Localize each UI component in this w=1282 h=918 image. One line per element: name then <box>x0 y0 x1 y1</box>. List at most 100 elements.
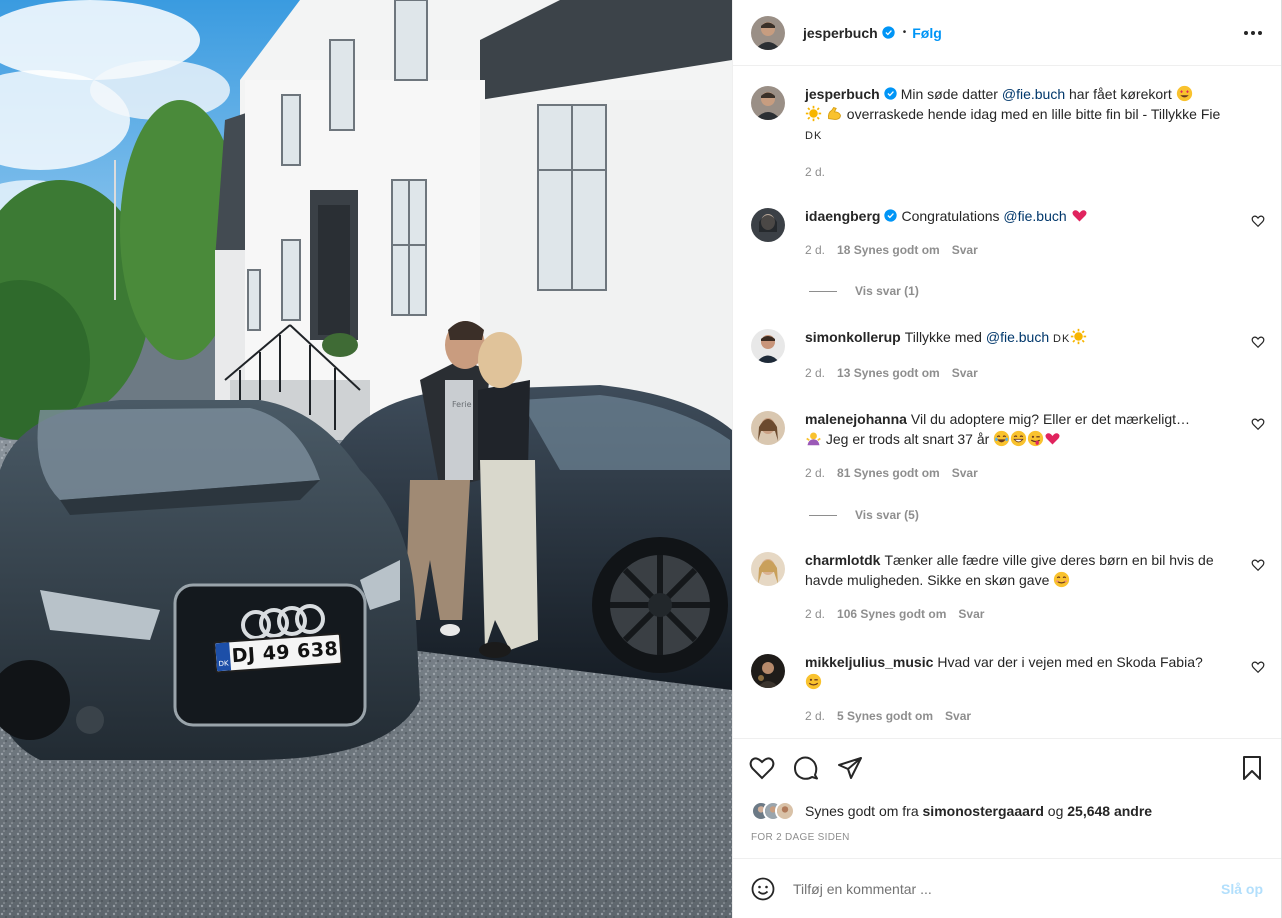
comment-username[interactable]: simonkollerup <box>805 329 901 345</box>
comment-username[interactable]: charmlotdk <box>805 552 880 568</box>
comment-item: idaengberg Congratulations @fie.buch 2 d.… <box>751 206 1269 260</box>
likes-user[interactable]: simonostergaaard <box>923 803 1044 819</box>
like-comment-icon[interactable] <box>1251 660 1265 674</box>
laughing-emoji-icon <box>993 430 1010 447</box>
comment-likes[interactable]: 81 Synes godt om <box>837 463 940 483</box>
flexed-biceps-emoji-icon <box>826 105 843 122</box>
comment-avatar[interactable] <box>751 411 785 445</box>
reply-button[interactable]: Svar <box>952 363 978 383</box>
comment-avatar[interactable] <box>751 208 785 242</box>
comment-likes[interactable]: 106 Synes godt om <box>837 604 946 624</box>
caption-mention[interactable]: @fie.buch <box>1002 86 1065 102</box>
heart-hands-emoji-icon <box>1071 207 1088 224</box>
comment-time: 2 d. <box>805 709 826 723</box>
instagram-post: DK DJ 49 638 Ferie jesperbuch • Følg jes… <box>0 0 1282 918</box>
comment-username[interactable]: idaengberg <box>805 208 880 224</box>
shirt-print: Ferie <box>452 400 472 409</box>
comment-avatar[interactable] <box>751 329 785 363</box>
comment-likes[interactable]: 13 Synes godt om <box>837 363 940 383</box>
caption-body: jesperbuch Min søde datter @fie.buch har … <box>805 84 1269 182</box>
comment-meta: 2 d. 106 Synes godt om Svar <box>805 604 1235 624</box>
comment-item: malenejohanna Vil du adoptere mig? Eller … <box>751 409 1269 483</box>
caption-avatar[interactable] <box>751 86 785 120</box>
comment-item: charmlotdk Tænker alle fædre ville give d… <box>751 550 1269 624</box>
comment-text: Vil du adoptere mig? Eller er det mærkel… <box>910 411 1191 427</box>
caption-text-3: overraskede hende idag med en lille bitt… <box>846 106 1221 122</box>
author-avatar[interactable] <box>751 15 785 50</box>
comment-text-2: Jeg er trods alt snart 37 år <box>825 431 990 447</box>
more-options-icon[interactable] <box>1241 21 1265 45</box>
comment-item: mikkeljulius_music Hvad var der i vejen m… <box>751 652 1269 726</box>
likes-count[interactable]: 25,648 andre <box>1067 803 1152 819</box>
like-comment-icon[interactable] <box>1251 335 1265 349</box>
emoji-picker-icon[interactable] <box>751 877 775 901</box>
caption-text-1: Min søde datter <box>900 86 998 102</box>
comment-body: malenejohanna Vil du adoptere mig? Eller … <box>805 409 1269 483</box>
caption-text-2: har fået kørekort <box>1069 86 1172 102</box>
reply-button[interactable]: Svar <box>952 463 978 483</box>
comment-meta: 2 d. 13 Synes godt om Svar <box>805 363 1235 383</box>
view-replies-button[interactable]: Vis svar (5) <box>809 508 919 522</box>
comment-meta: 2 d. 18 Synes godt om Svar <box>805 240 1235 260</box>
comment-input[interactable] <box>793 880 1221 897</box>
reply-button[interactable]: Svar <box>945 706 971 726</box>
denmark-flag-icon: DK <box>805 130 823 142</box>
like-comment-icon[interactable] <box>1251 417 1265 431</box>
caption: jesperbuch Min søde datter @fie.buch har … <box>751 84 1269 182</box>
follow-button[interactable]: Følg <box>912 25 942 41</box>
comment-time: 2 d. <box>805 366 826 380</box>
denmark-flag-icon: DK <box>1053 333 1071 345</box>
post-comment-button[interactable]: Slå op <box>1221 881 1263 897</box>
photo-illustration <box>0 0 732 918</box>
comment-time: 2 d. <box>805 243 826 257</box>
replies-line <box>809 514 837 516</box>
comment-time: 2 d. <box>805 466 826 480</box>
save-icon[interactable] <box>1239 755 1265 781</box>
post-header: jesperbuch • Følg <box>733 0 1281 66</box>
reply-button[interactable]: Svar <box>952 240 978 260</box>
comment-likes[interactable]: 18 Synes godt om <box>837 240 940 260</box>
post-timestamp[interactable]: FOR 2 DAGE SIDEN <box>733 826 1281 848</box>
comment-mention[interactable]: @fie.buch <box>986 329 1049 345</box>
like-icon[interactable] <box>749 755 775 781</box>
like-comment-icon[interactable] <box>1251 214 1265 228</box>
separator-dot: • <box>902 27 907 38</box>
comment-mention[interactable]: @fie.buch <box>1003 208 1066 224</box>
like-comment-icon[interactable] <box>1251 558 1265 572</box>
star-eyes-emoji-icon <box>1176 85 1193 102</box>
comment-avatar[interactable] <box>751 552 785 586</box>
liker-avatars <box>751 801 795 821</box>
comment-likes[interactable]: 5 Synes godt om <box>837 706 933 726</box>
comment-meta: 2 d. 81 Synes godt om Svar <box>805 463 1235 483</box>
share-icon[interactable] <box>837 755 863 781</box>
plate-number: DJ 49 638 <box>231 637 339 668</box>
replies-line <box>809 290 837 292</box>
comment-icon[interactable] <box>793 755 819 781</box>
post-photo[interactable]: DK DJ 49 638 Ferie <box>0 0 732 918</box>
view-replies-label: Vis svar (1) <box>855 284 919 298</box>
sun-emoji-icon <box>805 105 822 122</box>
comment-avatar[interactable] <box>751 654 785 688</box>
comment-username[interactable]: malenejohanna <box>805 411 907 427</box>
comment-text: Hvad var der i vejen med en Skoda Fabia? <box>937 654 1203 670</box>
sun-emoji-icon <box>1070 328 1087 345</box>
comment-username[interactable]: mikkeljulius_music <box>805 654 933 670</box>
caption-meta: 2 d. <box>805 162 1235 182</box>
likes-summary: Synes godt om fra simonostergaaard og 25… <box>733 796 1281 826</box>
winking-tongue-emoji-icon <box>1027 430 1044 447</box>
person-shrugging-emoji-icon <box>805 430 822 447</box>
comment-body: simonkollerup Tillykke med @fie.buch DK 2… <box>805 327 1269 383</box>
author-username[interactable]: jesperbuch <box>803 25 878 41</box>
comment-text: Tillykke med <box>904 329 982 345</box>
red-heart-emoji-icon <box>1044 430 1061 447</box>
comment-text: Congratulations <box>901 208 1000 224</box>
caption-username[interactable]: jesperbuch <box>805 86 880 102</box>
view-replies-button[interactable]: Vis svar (1) <box>809 284 919 298</box>
reply-button[interactable]: Svar <box>958 604 984 624</box>
comments-list[interactable]: jesperbuch Min søde datter @fie.buch har … <box>733 66 1281 738</box>
post-sidebar: jesperbuch • Følg jesperbuch Min søde dat… <box>732 0 1282 918</box>
add-comment-bar: Slå op <box>733 858 1281 918</box>
caption-time: 2 d. <box>805 165 826 179</box>
verified-badge-icon <box>884 209 898 222</box>
comment-item: simonkollerup Tillykke med @fie.buch DK 2… <box>751 327 1269 383</box>
